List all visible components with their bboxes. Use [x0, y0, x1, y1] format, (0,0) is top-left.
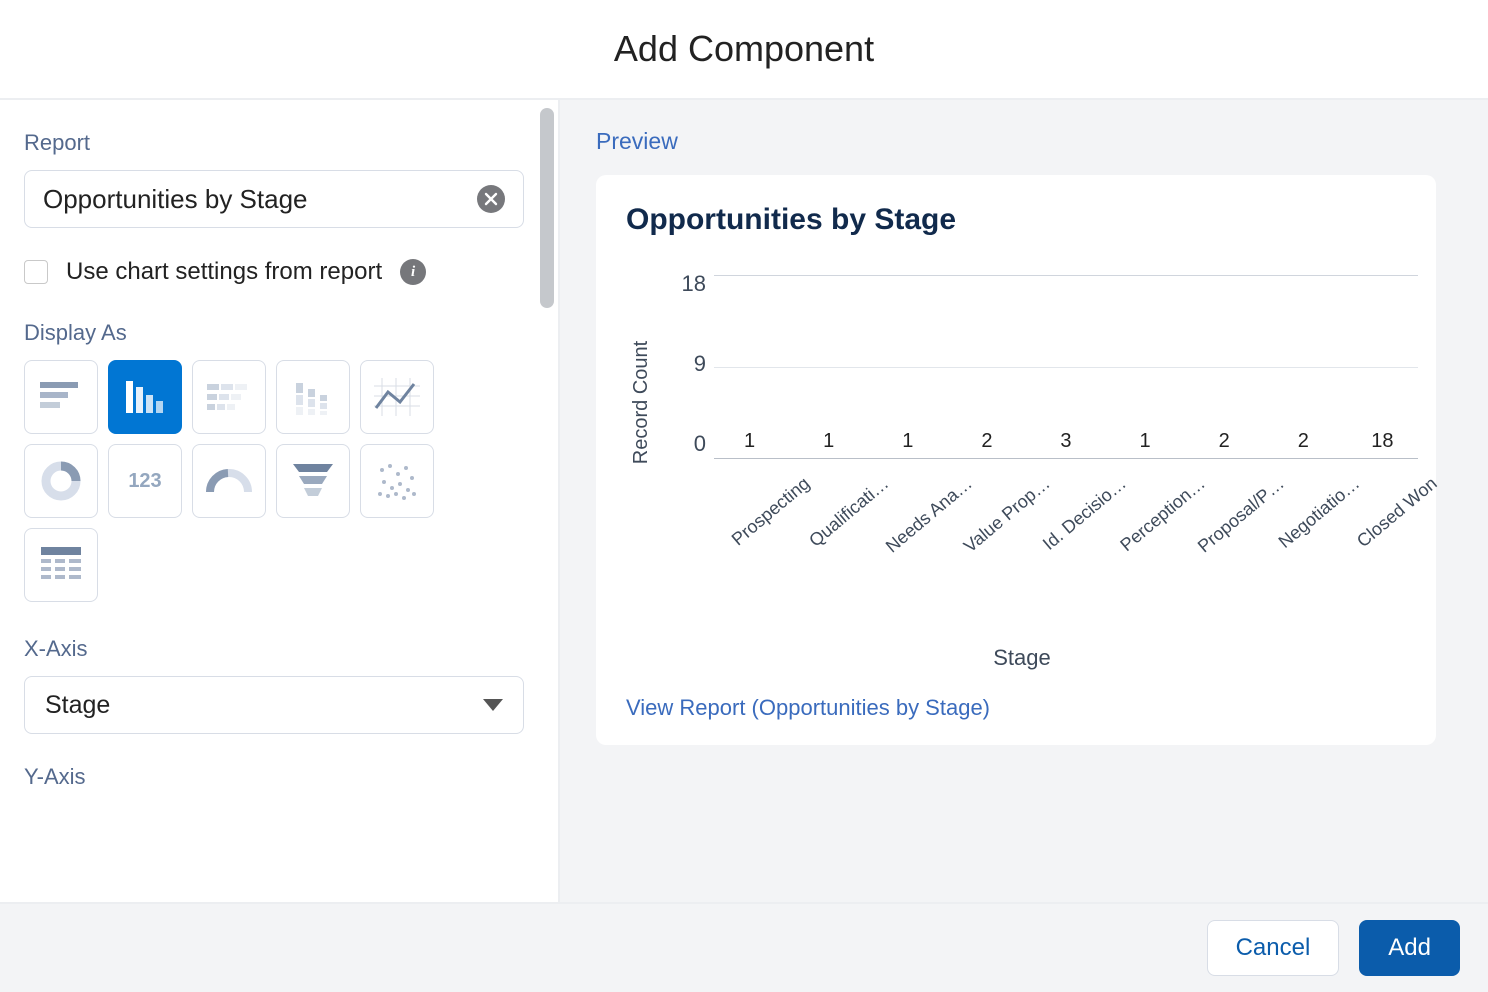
info-icon[interactable]: i [400, 259, 426, 285]
display-gauge-icon[interactable] [192, 444, 266, 518]
display-metric-icon[interactable]: 123 [108, 444, 182, 518]
bar-value-label: 2 [955, 430, 1019, 453]
xaxis-label: X-Axis [24, 636, 534, 662]
display-horizontal-bar-icon[interactable] [24, 360, 98, 434]
add-button[interactable]: Add [1359, 920, 1460, 976]
preview-panel: Preview Opportunities by Stage Record Co… [560, 100, 1488, 902]
clear-icon[interactable] [477, 185, 505, 213]
modal-footer: Cancel Add [0, 902, 1488, 992]
bar-value-label: 2 [1271, 430, 1335, 453]
ytick: 18 [682, 271, 706, 297]
view-report-link[interactable]: View Report (Opportunities by Stage) [626, 695, 1418, 721]
display-as-label: Display As [24, 320, 534, 346]
use-chart-settings-checkbox[interactable] [24, 260, 48, 284]
display-stacked-horizontal-icon[interactable] [192, 360, 266, 434]
chart-card: Opportunities by Stage Record Count 18 9… [596, 175, 1436, 745]
chart-y-ticks: 18 9 0 [658, 267, 714, 507]
cancel-button[interactable]: Cancel [1207, 920, 1340, 976]
chevron-down-icon [483, 699, 503, 711]
x-axis-category: Closed Won [1353, 473, 1441, 552]
display-scatter-icon[interactable] [360, 444, 434, 518]
xaxis-select[interactable]: Stage [24, 676, 524, 734]
chart-title: Opportunities by Stage [626, 203, 1418, 237]
display-donut-icon[interactable] [24, 444, 98, 518]
report-label: Report [24, 130, 534, 156]
display-line-icon[interactable] [360, 360, 434, 434]
chart-y-axis-title: Record Count [631, 340, 654, 463]
bar-value-label: 2 [1192, 430, 1256, 453]
display-table-icon[interactable] [24, 528, 98, 602]
report-input-value: Opportunities by Stage [43, 184, 477, 215]
modal-header: Add Component [0, 0, 1488, 100]
bar-value-label: 18 [1350, 430, 1414, 453]
bar-value-label: 3 [1034, 430, 1098, 453]
report-input[interactable]: Opportunities by Stage [24, 170, 524, 228]
ytick: 0 [694, 431, 706, 457]
display-stacked-vertical-icon[interactable] [276, 360, 350, 434]
use-chart-settings-row: Use chart settings from report i [24, 258, 534, 286]
display-vertical-bar-icon[interactable] [108, 360, 182, 434]
left-panel: Report Opportunities by Stage Use chart … [0, 100, 560, 902]
display-as-grid: 123 [24, 360, 464, 602]
xaxis-value: Stage [45, 691, 483, 720]
bar-value-label: 1 [876, 430, 940, 453]
yaxis-label: Y-Axis [24, 764, 534, 790]
bar-value-label: 1 [797, 430, 861, 453]
chart-x-axis-title: Stage [626, 645, 1418, 671]
use-chart-settings-label: Use chart settings from report [66, 258, 382, 286]
bar-value-label: 1 [718, 430, 782, 453]
chart: Record Count 18 9 0 1112312218 Prospecti… [626, 267, 1418, 537]
scrollbar[interactable] [540, 108, 554, 308]
plot-area: 1112312218 ProspectingQualificati…Needs … [714, 267, 1418, 507]
bar-value-label: 1 [1113, 430, 1177, 453]
ytick: 9 [694, 351, 706, 377]
modal-title: Add Component [614, 28, 874, 70]
display-funnel-icon[interactable] [276, 444, 350, 518]
preview-label: Preview [596, 128, 1452, 155]
